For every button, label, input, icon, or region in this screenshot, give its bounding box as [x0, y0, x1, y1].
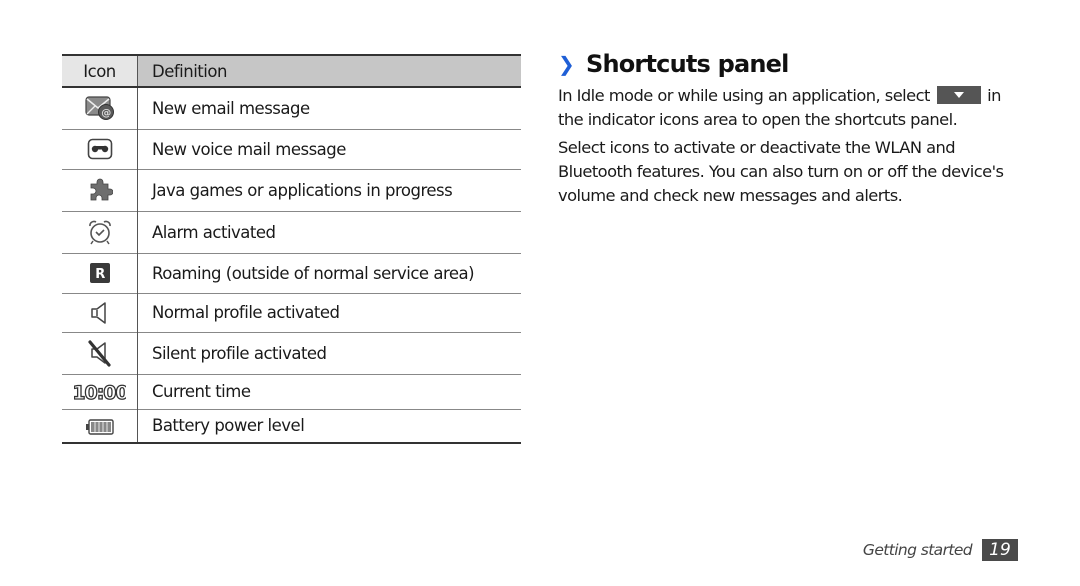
definition-text: New voice mail message: [152, 139, 346, 159]
definition-text: Silent profile activated: [152, 343, 327, 363]
header-definition: Definition: [137, 55, 521, 87]
voicemail-icon: [87, 138, 112, 160]
new-email-icon: @: [84, 96, 114, 121]
battery-icon: [85, 418, 114, 435]
alarm-clock-icon: [88, 220, 111, 245]
table-row: R Roaming (outside of normal service are…: [62, 253, 521, 293]
page-number: 19: [982, 539, 1018, 561]
svg-text:@: @: [101, 108, 111, 119]
section-title-text: Shortcuts panel: [585, 50, 789, 78]
java-puzzle-icon: [90, 178, 113, 201]
shortcuts-dropdown-icon: [936, 86, 981, 104]
speaker-icon: [90, 301, 106, 324]
section-title: ❯ Shortcuts panel: [558, 50, 789, 78]
speaker-muted-icon: [87, 340, 111, 367]
table-row: Java games or applications in progress: [62, 169, 521, 211]
description-paragraph: Select icons to activate or deactivate t…: [558, 138, 1004, 205]
page-footer: Getting started 19: [863, 539, 1018, 561]
table-row: 10:00 Current time: [62, 374, 521, 409]
table-header-row: Icon Definition: [62, 55, 521, 87]
definition-text: Current time: [152, 382, 251, 401]
table-row: Alarm activated: [62, 211, 521, 253]
indicator-icons-table: Icon Definition @ New email message New …: [62, 54, 521, 444]
definition-text: New email message: [152, 98, 310, 118]
clock-digits-icon: 10:00: [74, 381, 126, 403]
chevron-right-icon: ❯: [558, 52, 575, 76]
table-row: New voice mail message: [62, 129, 521, 169]
definition-text: Alarm activated: [152, 222, 276, 242]
definition-text: Normal profile activated: [152, 303, 340, 322]
svg-text:R: R: [95, 267, 105, 282]
definition-text: Java games or applications in progress: [152, 180, 453, 200]
table-row: Silent profile activated: [62, 332, 521, 374]
header-icon: Icon: [62, 55, 138, 87]
table-row: Battery power level: [62, 409, 521, 443]
definition-text: Roaming (outside of normal service area): [152, 263, 475, 283]
table-row: Normal profile activated: [62, 293, 521, 332]
roaming-icon: R: [89, 263, 110, 283]
chapter-label: Getting started: [862, 541, 973, 559]
definition-text: Battery power level: [152, 416, 305, 436]
svg-text:10:00: 10:00: [74, 382, 126, 403]
table-row: @ New email message: [62, 87, 521, 129]
instruction-paragraph: In Idle mode or while using an applicati…: [558, 86, 1001, 129]
